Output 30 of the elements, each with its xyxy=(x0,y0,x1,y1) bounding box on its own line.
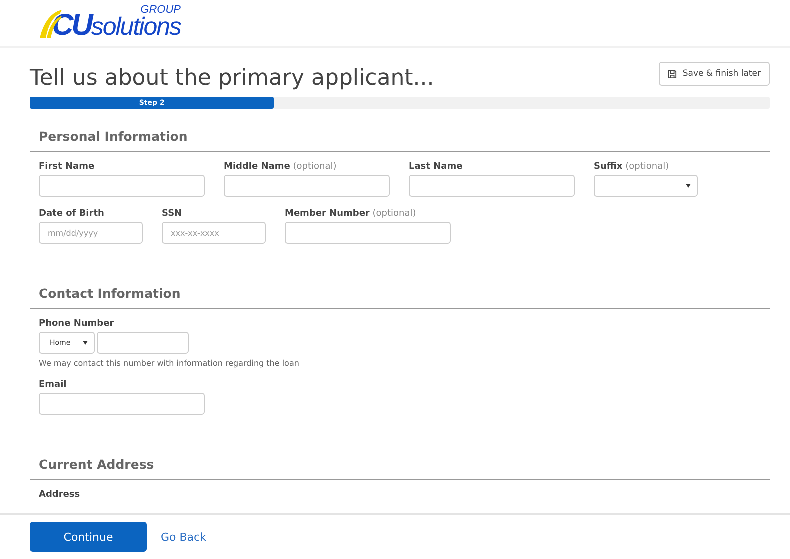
floppy-icon xyxy=(668,70,677,78)
page-title: Tell us about the primary applicant... xyxy=(30,66,434,91)
input-field[interactable]: xxx-xx-xxxx xyxy=(162,222,266,244)
save-button[interactable]: Save & finish later xyxy=(658,62,770,86)
caret-icon xyxy=(686,184,691,188)
section-heading: Personal Information xyxy=(30,123,770,152)
help-text: We may contact this number with information regarding the loan xyxy=(39,359,300,368)
caret-icon xyxy=(83,341,88,345)
field-label: Phone Number xyxy=(39,319,116,329)
input-field[interactable] xyxy=(409,175,575,197)
field-label: First Name xyxy=(39,162,96,172)
field-label: SSN xyxy=(162,209,184,219)
field-label: Address xyxy=(39,490,80,500)
suffix-select[interactable] xyxy=(594,175,698,197)
input-field[interactable] xyxy=(39,393,205,415)
continue-button[interactable]: Continue xyxy=(30,522,147,552)
section-heading: Contact Information xyxy=(30,280,770,309)
input-field[interactable] xyxy=(285,222,451,244)
input-field[interactable]: mm/dd/yyyy xyxy=(39,222,143,244)
field-label: Middle Name (optional) xyxy=(224,162,338,172)
field-label: Email xyxy=(39,380,68,390)
field-label: Last Name xyxy=(409,162,464,172)
field-label: Date of Birth xyxy=(39,209,106,219)
go-back-link[interactable]: Go Back xyxy=(161,530,206,544)
input-field[interactable] xyxy=(97,332,189,354)
section-heading: Current Address xyxy=(30,451,770,480)
input-field[interactable] xyxy=(39,175,205,197)
input-field[interactable] xyxy=(224,175,390,197)
field-label: Member Number (optional) xyxy=(285,209,418,219)
field-label: Suffix (optional) xyxy=(594,162,670,172)
